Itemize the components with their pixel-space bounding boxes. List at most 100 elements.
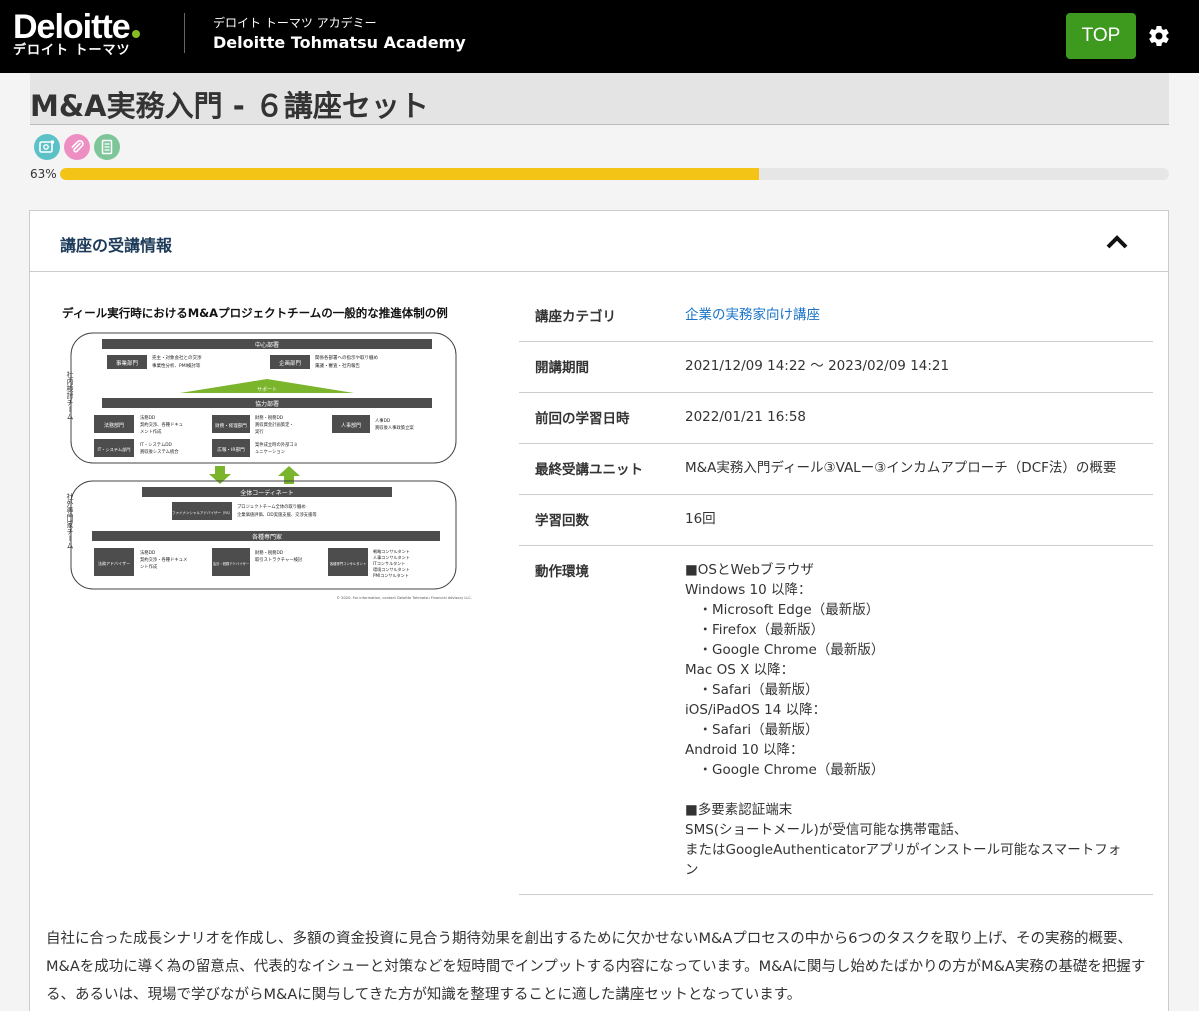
env-line: ン [685,862,699,878]
coop-hr-note-1: 人事DD [375,417,391,424]
env-line [685,780,1153,800]
expert-box-accounting-label: 会計・税務アドバイザー [213,561,249,566]
project-team-diagram: ディール実行時におけるM&Aプロジェクトチームの一般的な推進体制の例 社内検討チ… [62,306,472,600]
info-label: 前回の学習日時 [535,411,630,427]
coop-legal-note-1: 法務DD [140,414,156,421]
panel-title: 講座の受講情報 [60,236,173,255]
core-header: 中心部署 [255,341,279,349]
info-label: 開講期間 [535,360,589,376]
coop-box-legal-label: 法務部門 [104,422,124,429]
app-header: Deloitte デロイト トーマツ デロイト トーマツ アカデミー Deloi… [0,0,1199,73]
coop-pr-note-2: ュニケーション [255,448,285,455]
env-line: ・Google Chrome（最新版） [685,642,885,658]
course-title: M&A実務入門 - ６講座セット [30,89,429,123]
course-info-table: 講座カテゴリ 企業の実務家向け講座 開講期間 2021/12/09 14:22 … [519,291,1153,895]
env-line: ■多要素認証端末 [685,802,793,818]
diagram-title: ディール実行時におけるM&Aプロジェクトチームの一般的な推進体制の例 [62,306,448,320]
info-row-period: 開講期間 2021/12/09 14:22 〜 2023/02/09 14:21 [519,342,1153,393]
gear-icon[interactable] [1147,24,1171,48]
info-label: 最終受講ユニット [535,462,643,478]
core-left-note-1: 売主・対象会社との交渉 [152,354,202,361]
info-row-category: 講座カテゴリ 企業の実務家向け講座 [519,291,1153,342]
info-row-last-study: 前回の学習日時 2022/01/21 16:58 [519,393,1153,444]
material-icons [34,134,120,160]
env-line: ・Microsoft Edge（最新版） [685,602,880,618]
env-line: ・Safari（最新版） [685,722,819,738]
expert-consultant-note-1: 戦略コンサルタント [373,548,410,554]
chevron-up-icon[interactable] [1106,234,1128,250]
coord-note-1: プロジェクトチーム全体の取り纏め [237,503,306,510]
info-value: 2022/01/21 16:58 [685,409,807,425]
logo-subtitle: デロイト トーマツ [13,43,131,58]
top-button[interactable]: TOP [1066,13,1136,59]
video-icon [34,134,60,160]
expert-legal-note-2: 契約交渉・各種ドキュメ [140,556,187,563]
coop-box-it-label: IT・システム部門 [98,446,131,453]
coord-header: 全体コーディネート [240,489,294,497]
env-line: ■OSとWebブラウザ [685,562,814,578]
coord-box-label: ファイナンシャルアドバイザー（FA） [172,510,232,515]
attachment-icon [64,134,90,160]
env-line: ・Safari（最新版） [685,682,819,698]
coord-note-2: 企業価値評価、DD実施支援、交渉支援等 [237,511,317,518]
coop-finance-note-1: 財務・税務DD [255,414,284,421]
expert-accounting-note-1: 財務・税務DD [255,549,284,556]
coop-it-note-2: 買収後システム統合 [140,448,179,455]
support-label: サポート [257,386,277,393]
coop-finance-note-2: 買収資金計画策定・ [255,421,294,428]
info-value: 2021/12/09 14:22 〜 2023/02/09 14:21 [685,358,950,374]
info-label: 講座カテゴリ [535,309,616,325]
course-title-bar: M&A実務入門 - ６講座セット [30,73,1169,125]
expert-consultant-note-3: ITコンサルタント [373,560,405,566]
core-left-note-2: 事業性分析、PMI検討等 [152,362,201,369]
info-value: M&A実務入門ディール③VALー③インカムアプローチ（DCF法）の概要 [685,460,1117,476]
coop-legal-note-3: メント作成 [140,428,162,435]
progress-label: 63% [30,167,57,181]
coop-header: 協力部署 [255,400,279,408]
expert-consultant-note-2: 人事コンサルタント [373,554,410,560]
info-value: 16回 [685,511,716,527]
document-icon [94,134,120,160]
coop-hr-note-2: 買収後人事政策立案 [375,424,414,431]
logo-dot [131,30,140,38]
env-line: ・Google Chrome（最新版） [685,762,885,778]
diagram-copyright: © 2020. For information, contact Deloitt… [336,596,472,600]
panel-header[interactable]: 講座の受講情報 [30,211,1168,272]
info-label: 学習回数 [535,513,589,529]
env-line: SMS(ショートメール)が受信可能な携帯電話、 [685,822,968,838]
coop-it-note-1: IT・システムDD [140,442,173,448]
info-row-study-count: 学習回数 16回 [519,495,1153,546]
header-divider [184,13,185,53]
env-line: ・Firefox（最新版） [685,622,825,638]
coop-box-finance-label: 財務・経理部門 [215,422,247,429]
academy-name-en: Deloitte Tohmatsu Academy [213,33,466,52]
coop-finance-note-3: 実行 [255,428,264,435]
info-label: 動作環境 [535,564,589,580]
category-link[interactable]: 企業の実務家向け講座 [685,305,1153,325]
coop-pr-note-1: 案件成立時の外部コミ [255,441,298,448]
expert-box-consultant-label: 各種専門コンサルタント [330,561,366,566]
env-line: Windows 10 以降： [685,582,812,598]
progress-fill [60,168,759,180]
coop-legal-note-2: 契約交渉、各種ドキュ [140,421,183,428]
core-right-note-1: 関係各部署への指示や取り纏め [315,354,378,361]
coop-box-pr-label: 広報・IR部門 [217,446,245,453]
core-right-box-label: 企画部門 [279,359,302,367]
expert-consultant-note-5: PMIコンサルタント [373,572,409,578]
coop-box-hr-label: 人事部門 [341,422,361,429]
expert-legal-note-1: 法務DD [140,549,156,556]
env-line: iOS/iPadOS 14 以降： [685,702,827,718]
environment-list: ■OSとWebブラウザ Windows 10 以降： ・Microsoft Ed… [685,560,1153,880]
env-line: またはGoogleAuthenticatorアプリがインストール可能なスマートフ… [685,842,1122,858]
expert-legal-note-3: ント作成 [140,563,158,570]
experts-header: 各種専門家 [252,533,282,541]
diagram-side-bottom: 社外専門家チーム [66,492,74,549]
course-info-panel: 講座の受講情報 ディール実行時におけるM&Aプロジェクトチームの一般的な推進体制… [29,210,1169,1011]
deloitte-logo[interactable]: Deloitte デロイト トーマツ [13,10,163,60]
expert-accounting-note-2: 取引ストラクチャー検討 [255,556,303,563]
env-line: Android 10 以降： [685,742,804,758]
progress-bar [60,168,1169,180]
expert-box-legal-label: 法務アドバイザー [98,560,130,566]
env-line: Mac OS X 以降： [685,662,795,678]
logo-word: Deloitte [13,8,131,46]
